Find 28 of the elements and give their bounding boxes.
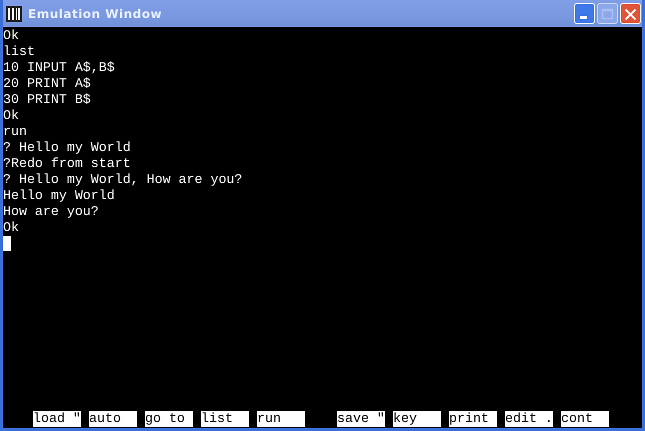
terminal-line: ? Hello my World, How are you? — [3, 172, 244, 188]
app-icon — [6, 6, 22, 22]
terminal-line: list — [3, 44, 36, 60]
minimize-icon — [580, 16, 587, 19]
terminal-line: Ok — [3, 220, 20, 236]
window-title: Emulation Window — [28, 6, 162, 20]
terminal-line: Ok — [3, 28, 20, 44]
terminal-line: Hello my World — [3, 188, 116, 204]
terminal-line: 20 PRINT A$ — [3, 76, 92, 92]
function-key-label[interactable]: save " — [337, 411, 385, 427]
function-key-label[interactable]: load " — [33, 411, 81, 427]
minimize-button[interactable] — [574, 3, 595, 24]
terminal-line: ?Redo from start — [3, 156, 132, 172]
function-key-label[interactable]: go to — [145, 411, 193, 427]
function-key-label[interactable]: key — [393, 411, 441, 427]
terminal-line: 30 PRINT B$ — [3, 92, 92, 108]
function-key-label[interactable]: list — [201, 411, 249, 427]
terminal-line: run — [3, 124, 28, 140]
function-key-label[interactable]: cont — [561, 411, 609, 427]
function-key-label[interactable]: auto — [89, 411, 137, 427]
terminal-line: How are you? — [3, 204, 100, 220]
terminal-line: Ok — [3, 108, 20, 124]
terminal-line: 10 INPUT A$,B$ — [3, 60, 116, 76]
function-key-label[interactable]: run — [257, 411, 305, 427]
function-key-label[interactable]: print — [449, 411, 497, 427]
function-key-label[interactable]: edit . — [505, 411, 553, 427]
terminal-line: ? Hello my World — [3, 140, 132, 156]
close-button[interactable] — [620, 3, 641, 24]
